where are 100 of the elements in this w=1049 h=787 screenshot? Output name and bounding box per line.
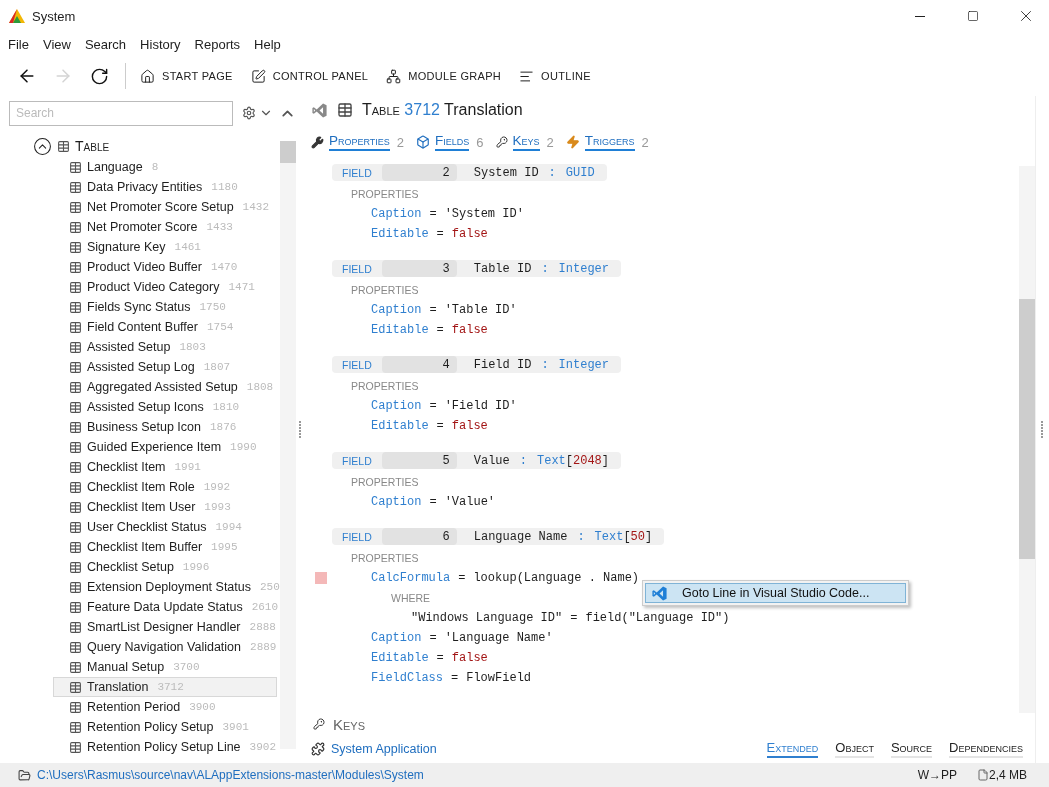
view-tab[interactable]: Source: [890, 740, 933, 758]
splitter-grip-icon[interactable]: [1041, 420, 1044, 439]
view-tab[interactable]: Extended: [766, 740, 819, 758]
table-icon: [69, 160, 82, 174]
scrollbar[interactable]: [280, 141, 296, 749]
property-line: Editable = false: [370, 418, 488, 435]
toolbar-button[interactable]: CONTROL PANEL: [250, 61, 379, 91]
menu-item[interactable]: History: [140, 36, 181, 52]
toolbar-button[interactable]: OUTLINE: [519, 61, 601, 91]
tree-item[interactable]: Extension Deployment Status 250: [53, 577, 277, 597]
tree-item[interactable]: Checklist Item Role 1992: [53, 477, 277, 497]
tree-item[interactable]: Product Video Buffer 1470: [53, 257, 277, 277]
table-icon: [69, 460, 82, 474]
tree-item[interactable]: Assisted Setup 1803: [53, 337, 277, 357]
table-icon: [69, 480, 82, 494]
menu-item[interactable]: View: [42, 36, 71, 52]
tree-item[interactable]: Checklist Item Buffer 1995: [53, 537, 277, 557]
view-tab[interactable]: Object: [835, 740, 874, 758]
section-link[interactable]: Fields 6: [416, 133, 484, 151]
tree-item[interactable]: SmartList Designer Handler 2888: [53, 617, 277, 637]
splitter-grip-icon[interactable]: [299, 420, 302, 439]
object-title: Table 3712 Translation: [362, 101, 523, 119]
toolbar-button[interactable]: START PAGE: [140, 61, 243, 91]
table-icon: [69, 220, 82, 234]
section-heading: Keys: [333, 715, 365, 733]
property-line: Caption = 'System ID': [370, 206, 524, 223]
table-icon: [69, 620, 82, 634]
folder-icon: [18, 768, 31, 782]
wrench-icon: [311, 135, 324, 149]
puzzle-icon: [311, 742, 325, 756]
tree-item[interactable]: Assisted Setup Icons 1810: [53, 397, 277, 417]
tree-item[interactable]: Signature Key 1461: [53, 237, 277, 257]
property-line: Caption = 'Language Name': [370, 630, 553, 647]
app-logo-icon: [9, 9, 25, 23]
table-icon: [69, 440, 82, 454]
context-menu-item[interactable]: Goto Line in Visual Studio Code...: [645, 583, 906, 603]
table-icon: [69, 640, 82, 654]
tree-item[interactable]: Guided Experience Item 1990: [53, 437, 277, 457]
tree-item[interactable]: User Checklist Status 1994: [53, 517, 277, 537]
view-tab[interactable]: Dependencies: [949, 740, 1023, 758]
folder-path-link[interactable]: C:\Users\Rasmus\source\nav\ALAppExtensions-master\Modules\System: [18, 768, 918, 782]
tree-item[interactable]: Net Promoter Score 1433: [53, 217, 277, 237]
tree-item[interactable]: Checklist Item 1991: [53, 457, 277, 477]
mode-indicator: W→PP: [917, 768, 957, 782]
tree-item[interactable]: Net Promoter Score Setup 1432: [53, 197, 277, 217]
search-field[interactable]: Search: [9, 100, 233, 126]
pen-square-icon: [250, 68, 266, 84]
table-icon: [69, 280, 82, 294]
tree-item[interactable]: Feature Data Update Status 2610: [53, 597, 277, 617]
collapse-icon: [33, 136, 52, 156]
tree-item[interactable]: Query Navigation Validation 2889: [53, 637, 277, 657]
menu-item[interactable]: Reports: [194, 36, 241, 52]
tree-item[interactable]: Field Content Buffer 1754: [53, 317, 277, 337]
tree-item[interactable]: Product Video Category 1471: [53, 277, 277, 297]
field-header: FIELD 3 Table ID : Integer: [332, 260, 621, 277]
app-link[interactable]: System Application: [311, 742, 750, 756]
tree-item[interactable]: Language 8: [53, 157, 277, 177]
section-label: PROPERTIES: [350, 475, 419, 490]
section-label: PROPERTIES: [350, 187, 419, 202]
table-icon: [69, 540, 82, 554]
menu-item[interactable]: Help: [254, 36, 281, 52]
toolbar-button[interactable]: MODULE GRAPH: [386, 61, 512, 91]
settings-button[interactable]: [242, 106, 256, 120]
scrollbar[interactable]: [1019, 166, 1035, 713]
settings-icon: [242, 106, 256, 120]
menu-item[interactable]: Search: [84, 36, 127, 52]
code-editor-icon: [651, 584, 668, 602]
tree-item[interactable]: Retention Policy Setup Line 3902: [53, 737, 277, 757]
table-icon: [69, 560, 82, 574]
key-icon: [313, 718, 325, 730]
tree-item[interactable]: Assisted Setup Log 1807: [53, 357, 277, 377]
tree-item[interactable]: Retention Policy Setup 3901: [53, 717, 277, 737]
table-icon: [69, 740, 82, 754]
section-label: PROPERTIES: [350, 551, 419, 566]
condition-line: "Windows Language ID" = field("Language ID"): [410, 610, 730, 627]
table-icon: [69, 260, 82, 274]
table-icon: [69, 200, 82, 214]
collapse-toggle[interactable]: [33, 136, 52, 156]
tree-item[interactable]: Retention Period 3900: [53, 697, 277, 717]
tree-item[interactable]: Data Privacy Entities 1180: [53, 177, 277, 197]
section-link[interactable]: Triggers 2: [565, 133, 649, 151]
tree-item[interactable]: Aggregated Assisted Setup 1808: [53, 377, 277, 397]
table-icon: [69, 240, 82, 254]
window-title: System: [32, 8, 77, 24]
tree-item[interactable]: Checklist Item User 1993: [53, 497, 277, 517]
tree-item[interactable]: Checklist Setup 1996: [53, 557, 277, 577]
lightning-icon: [565, 135, 580, 149]
section-link[interactable]: Properties 2: [311, 133, 405, 151]
tree-item[interactable]: Manual Setup 3700: [53, 657, 277, 677]
tree-item[interactable]: Fields Sync Status 1750: [53, 297, 277, 317]
property-line: Caption = 'Value': [370, 494, 496, 511]
table-icon: [57, 139, 70, 153]
property-line: Caption = 'Table ID': [370, 302, 517, 319]
maximize-icon: [967, 10, 979, 22]
menu-item[interactable]: File: [8, 36, 29, 52]
table-icon: [69, 300, 82, 314]
tree-item[interactable]: Business Setup Icon 1876: [53, 417, 277, 437]
property-line: Editable = false: [370, 322, 488, 339]
section-link[interactable]: Keys 2: [495, 133, 554, 151]
section-label: WHERE: [390, 591, 431, 606]
